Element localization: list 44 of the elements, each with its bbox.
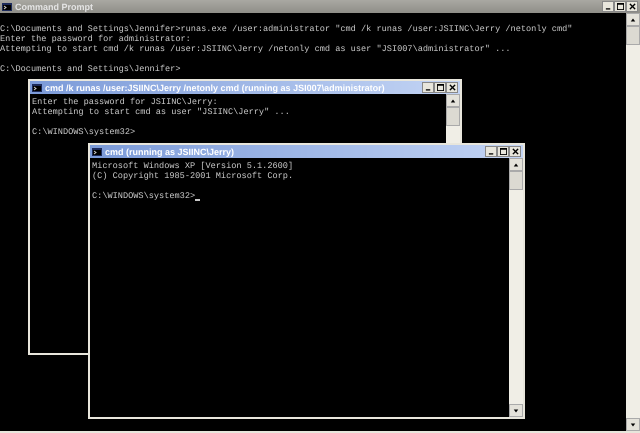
maximize-button[interactable] — [614, 1, 626, 12]
down-arrow-icon — [630, 422, 636, 428]
close-button[interactable] — [626, 1, 638, 12]
down-arrow-icon — [513, 408, 519, 414]
close-button[interactable] — [509, 146, 521, 157]
maximize-icon — [500, 148, 506, 155]
console-line: Attempting to start cmd /k runas /user:JSIINC\Jerry /netonly cmd as user "JSI007\administrator" ... — [0, 44, 512, 54]
console-line: C:\WINDOWS\system32> — [32, 127, 136, 137]
close-icon — [448, 84, 456, 91]
console-icon — [32, 84, 42, 92]
console-line: Microsoft Windows XP [Version 5.1.2600] — [92, 161, 294, 171]
console-line: C:\Documents and Settings\Jennifer> — [0, 64, 182, 74]
console-icon — [2, 2, 12, 10]
up-arrow-icon — [450, 98, 456, 104]
window-title: Command Prompt — [15, 2, 94, 12]
close-icon — [628, 3, 636, 10]
minimize-button[interactable] — [485, 146, 497, 157]
console-line: C:\Documents and Settings\Jennifer>runas.exe /user:administrator "cmd /k runas /user:JSIINC\Jerry /netonly cmd" — [0, 24, 574, 34]
console-line: (C) Copyright 1985-2001 Microsoft Corp. — [92, 171, 294, 181]
scroll-up-button[interactable] — [446, 94, 460, 107]
console-line: C:\WINDOWS\system32> — [92, 191, 507, 201]
window-title: cmd (running as JSIINC\Jerry) — [105, 146, 236, 156]
scroll-thumb[interactable] — [626, 26, 640, 45]
up-arrow-icon — [630, 16, 636, 22]
scroll-thumb[interactable] — [446, 107, 460, 126]
close-icon — [512, 148, 518, 155]
window-title: cmd /k runas /user:JSIINC\Jerry /netonly cmd (running as JSI007\administrator) — [45, 82, 386, 92]
minimize-button[interactable] — [422, 82, 434, 93]
maximize-icon — [616, 3, 624, 10]
maximize-button[interactable] — [497, 146, 509, 157]
console-line: Enter the password for administrator: — [0, 34, 192, 44]
scroll-up-button[interactable] — [626, 13, 640, 26]
scroll-thumb[interactable] — [509, 171, 523, 190]
close-button[interactable] — [446, 82, 458, 93]
maximize-button[interactable] — [434, 82, 446, 93]
scroll-down-button[interactable] — [626, 418, 640, 431]
console-line: Enter the password for JSIINC\Jerry: — [32, 97, 219, 107]
minimize-button[interactable] — [602, 1, 614, 12]
maximize-icon — [436, 84, 444, 91]
scroll-up-button[interactable] — [509, 158, 523, 171]
up-arrow-icon — [513, 162, 519, 168]
console-line: Attempting to start cmd as user "JSIINC\Jerry" ... — [32, 107, 291, 117]
console-icon — [92, 148, 102, 156]
scroll-down-button[interactable] — [509, 404, 523, 417]
